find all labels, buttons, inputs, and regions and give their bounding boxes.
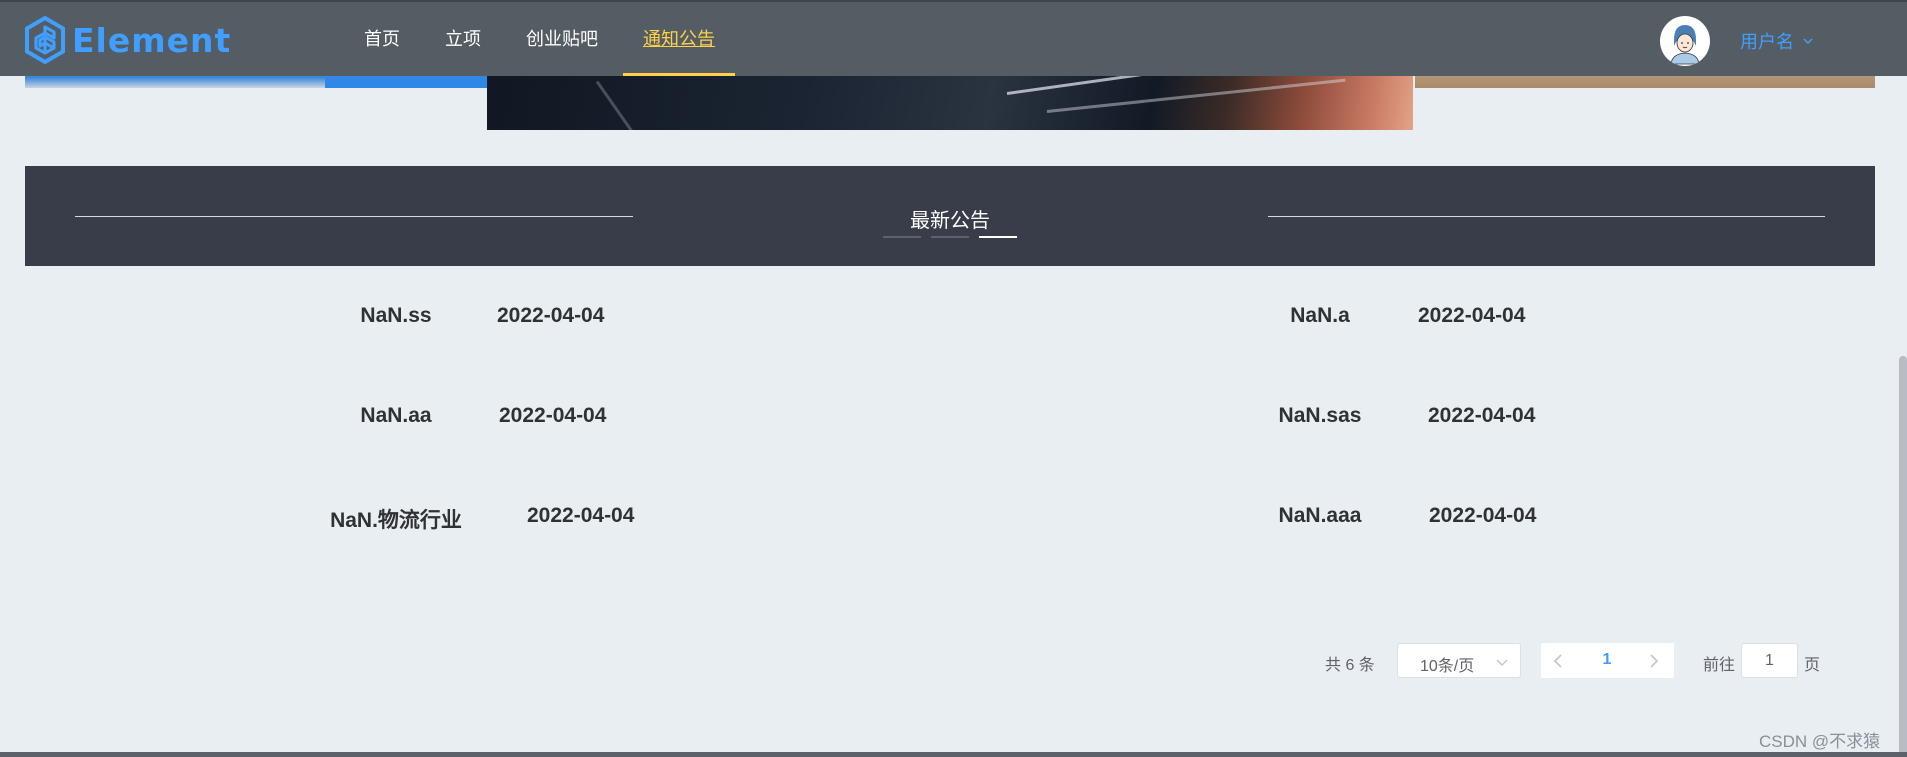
user-avatar[interactable] <box>1660 16 1710 66</box>
brand-name: Element <box>72 20 232 60</box>
carousel-indicator-1[interactable] <box>883 236 921 238</box>
section-title: 最新公告 <box>910 210 990 232</box>
goto-page-input[interactable] <box>1741 643 1798 678</box>
goto-unit: 页 <box>1804 657 1821 674</box>
announcement-banner: 最新公告 <box>25 166 1875 266</box>
notice-date: 2022-04-04 <box>499 404 607 427</box>
pagination: 共 6 条 10条/页 1 前往 页 <box>0 643 1907 679</box>
nav-item-announcements[interactable]: 通知公告 <box>623 2 735 76</box>
goto-label: 前往 <box>1703 657 1736 674</box>
notice-date: 2022-04-04 <box>497 304 605 327</box>
notice-date: 2022-04-04 <box>1418 304 1526 327</box>
carousel-indicator-3[interactable] <box>979 236 1017 238</box>
notice-title: NaN.aaa <box>1278 504 1362 527</box>
chevron-down-icon <box>1803 38 1813 45</box>
watermark: CSDN @不求猿 <box>1759 732 1881 751</box>
nav-item-project[interactable]: 立项 <box>425 2 501 76</box>
page-number-current[interactable]: 1 <box>1597 651 1617 669</box>
main-nav: 首页 立项 创业贴吧 通知公告 <box>344 2 740 76</box>
chevron-down-icon <box>1496 659 1508 666</box>
notice-date: 2022-04-04 <box>1429 504 1537 527</box>
username: 用户名 <box>1740 32 1794 52</box>
user-avatar-icon <box>1661 17 1709 65</box>
brand[interactable]: Element <box>24 16 231 64</box>
notice-title: NaN.a <box>1290 304 1350 327</box>
user-menu[interactable]: 用户名 <box>1740 28 1814 54</box>
bottom-edge <box>0 752 1907 757</box>
pager-controls: 1 <box>1541 643 1674 678</box>
notice-title: NaN.aa <box>360 404 432 427</box>
page: Element 首页 立项 创业贴吧 通知公告 用户名 最新公告 NaN.ss … <box>0 0 1907 757</box>
page-size-select[interactable]: 10条/页 <box>1397 643 1521 678</box>
notice-title: NaN.ss <box>360 304 432 327</box>
chevron-left-icon[interactable] <box>1553 654 1563 668</box>
scrollbar[interactable] <box>1899 356 1907 756</box>
carousel-indicator-2[interactable] <box>931 236 969 238</box>
chevron-right-icon[interactable] <box>1649 654 1659 668</box>
nav-item-home[interactable]: 首页 <box>344 2 420 76</box>
notice-title: NaN.物流行业 <box>330 509 462 532</box>
notice-title: NaN.sas <box>1278 404 1362 427</box>
notice-date: 2022-04-04 <box>1428 404 1536 427</box>
notice-date: 2022-04-04 <box>527 504 635 527</box>
top-navbar: Element 首页 立项 创业贴吧 通知公告 用户名 <box>0 0 1907 76</box>
pagination-total: 共 6 条 <box>1325 657 1375 674</box>
page-size-value: 10条/页 <box>1420 658 1475 675</box>
nav-item-forum[interactable]: 创业贴吧 <box>506 2 618 76</box>
element-logo-icon <box>25 16 65 64</box>
